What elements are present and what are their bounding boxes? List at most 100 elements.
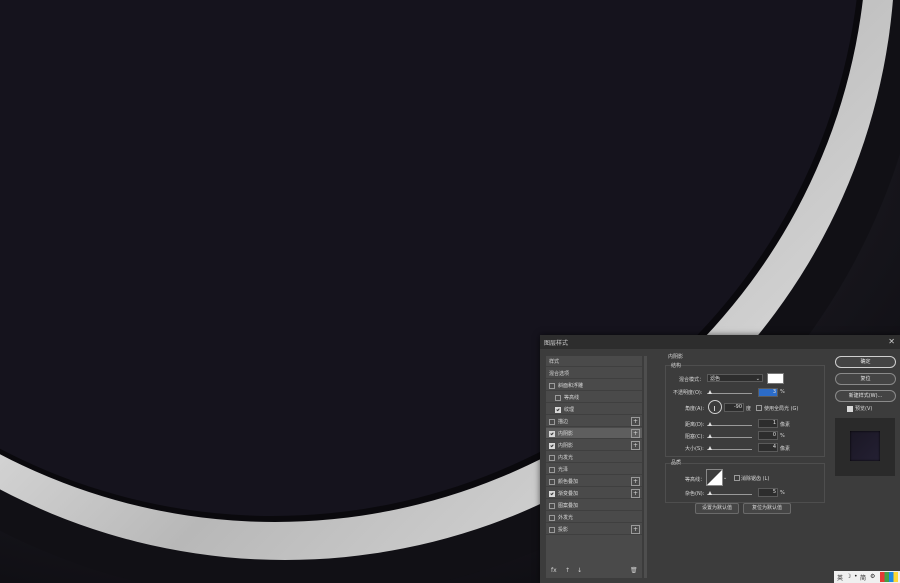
style-item[interactable]: 内阴影 + <box>546 440 642 451</box>
style-item-checkbox[interactable] <box>549 491 555 497</box>
add-style-icon[interactable]: + <box>631 429 640 438</box>
style-item[interactable]: 内阴影 + <box>546 428 642 439</box>
preview-label: 预览(V) <box>855 406 873 412</box>
trash-icon[interactable]: 🗑 <box>630 567 638 574</box>
distance-label: 距离(D): <box>685 422 705 428</box>
style-item[interactable]: 内发光 <box>546 452 642 463</box>
size-slider-handle[interactable] <box>708 446 712 450</box>
style-item[interactable]: 样式 <box>546 356 642 367</box>
style-preview <box>835 418 895 476</box>
style-item-checkbox[interactable] <box>549 479 555 485</box>
ime-indicator[interactable]: 英 <box>837 573 843 582</box>
style-item[interactable]: 外发光 <box>546 512 642 523</box>
style-item-label: 外发光 <box>558 515 574 521</box>
blend-mode-value: 滤色 <box>710 376 721 382</box>
size-unit: 像素 <box>780 446 791 452</box>
add-style-icon[interactable]: + <box>631 441 640 450</box>
add-style-icon[interactable]: + <box>631 417 640 426</box>
choke-field[interactable]: 0 <box>758 431 778 440</box>
style-item-checkbox[interactable] <box>555 407 561 413</box>
color-grid-icon[interactable] <box>880 572 898 582</box>
antialias-checkbox[interactable] <box>734 475 740 481</box>
opacity-label: 不透明度(O): <box>673 390 703 396</box>
style-item[interactable]: 描边 + <box>546 416 642 427</box>
choke-unit: % <box>780 433 785 439</box>
dialog-titlebar[interactable]: 图层样式 ✕ <box>540 335 900 349</box>
opacity-slider-handle[interactable] <box>708 390 712 394</box>
shadow-color-swatch[interactable] <box>767 373 784 384</box>
contour-picker[interactable] <box>706 469 723 486</box>
style-item-checkbox[interactable] <box>555 395 561 401</box>
style-item-checkbox[interactable] <box>549 527 555 533</box>
angle-unit: 度 <box>746 406 752 412</box>
add-style-icon[interactable]: + <box>631 525 640 534</box>
style-item-checkbox[interactable] <box>549 515 555 521</box>
style-item-checkbox[interactable] <box>549 443 555 449</box>
global-light-checkbox[interactable] <box>756 405 762 411</box>
opacity-field[interactable]: 3 <box>758 388 778 397</box>
distance-slider[interactable] <box>707 425 752 426</box>
style-item-label: 内发光 <box>558 455 574 461</box>
chevron-down-icon[interactable]: ⌄ <box>723 475 727 481</box>
noise-slider-handle[interactable] <box>708 491 712 495</box>
dot-icon[interactable]: • <box>854 573 858 580</box>
choke-slider[interactable] <box>707 437 752 438</box>
style-item-checkbox[interactable] <box>549 419 555 425</box>
close-icon[interactable]: ✕ <box>888 337 895 346</box>
moon-icon[interactable]: ☽ <box>846 573 851 580</box>
quality-title: 品质 <box>671 460 682 466</box>
new-style-button[interactable]: 新建样式(W)... <box>835 390 896 402</box>
style-item-label: 图案叠加 <box>558 503 579 509</box>
blend-mode-label: 混合模式： <box>679 377 705 383</box>
style-item-label: 样式 <box>549 359 560 365</box>
simplified-indicator[interactable]: 简 <box>860 573 866 582</box>
dialog-title: 图层样式 <box>544 340 569 347</box>
blend-mode-select[interactable]: 滤色 ⌄ <box>707 374 763 382</box>
fx-icon[interactable]: fx <box>551 567 557 574</box>
move-up-icon[interactable]: ↑ <box>565 567 570 574</box>
style-item-checkbox[interactable] <box>549 383 555 389</box>
size-slider[interactable] <box>707 449 752 450</box>
reset-default-button[interactable]: 复位为默认值 <box>743 503 791 514</box>
style-item[interactable]: 投影 + <box>546 524 642 535</box>
style-item[interactable]: 图案叠加 <box>546 500 642 511</box>
ok-button[interactable]: 确定 <box>835 356 896 368</box>
list-scrollbar[interactable] <box>644 356 647 578</box>
style-item-checkbox[interactable] <box>549 431 555 437</box>
reset-button[interactable]: 复位 <box>835 373 896 385</box>
choke-label: 阻塞(C): <box>685 434 705 440</box>
noise-unit: % <box>780 490 785 496</box>
noise-slider[interactable] <box>707 494 752 495</box>
style-item-label: 内阴影 <box>558 431 574 437</box>
opacity-unit: % <box>780 389 785 395</box>
style-item[interactable]: 斜面和浮雕 <box>546 380 642 391</box>
distance-slider-handle[interactable] <box>708 422 712 426</box>
style-item[interactable]: 纹理 <box>546 404 642 415</box>
move-down-icon[interactable]: ↓ <box>577 567 582 574</box>
style-item-checkbox[interactable] <box>549 503 555 509</box>
style-item[interactable]: 混合选项 <box>546 368 642 379</box>
add-style-icon[interactable]: + <box>631 489 640 498</box>
style-item-checkbox[interactable] <box>549 467 555 473</box>
angle-dial[interactable] <box>708 400 722 414</box>
add-style-icon[interactable]: + <box>631 477 640 486</box>
style-item[interactable]: 等高线 <box>546 392 642 403</box>
style-item-checkbox[interactable] <box>549 455 555 461</box>
gear-icon[interactable]: ⚙ <box>870 573 875 580</box>
size-field[interactable]: 4 <box>758 443 778 452</box>
style-item[interactable]: 光泽 <box>546 464 642 475</box>
set-default-button[interactable]: 设置为默认值 <box>695 503 739 514</box>
preview-checkbox[interactable] <box>847 406 853 412</box>
angle-field[interactable]: -90 <box>724 403 744 412</box>
contour-label: 等高线： <box>685 477 706 483</box>
style-item-label: 混合选项 <box>549 371 570 377</box>
choke-slider-handle[interactable] <box>708 434 712 438</box>
style-item[interactable]: 颜色叠加 + <box>546 476 642 487</box>
size-label: 大小(S): <box>685 446 704 452</box>
angle-label: 角度(A): <box>685 406 705 412</box>
noise-field[interactable]: 5 <box>758 488 778 497</box>
opacity-slider[interactable] <box>707 393 752 394</box>
distance-field[interactable]: 1 <box>758 419 778 428</box>
style-item[interactable]: 渐变叠加 + <box>546 488 642 499</box>
system-tray: 英 ☽ • 简 ⚙ <box>834 571 900 583</box>
